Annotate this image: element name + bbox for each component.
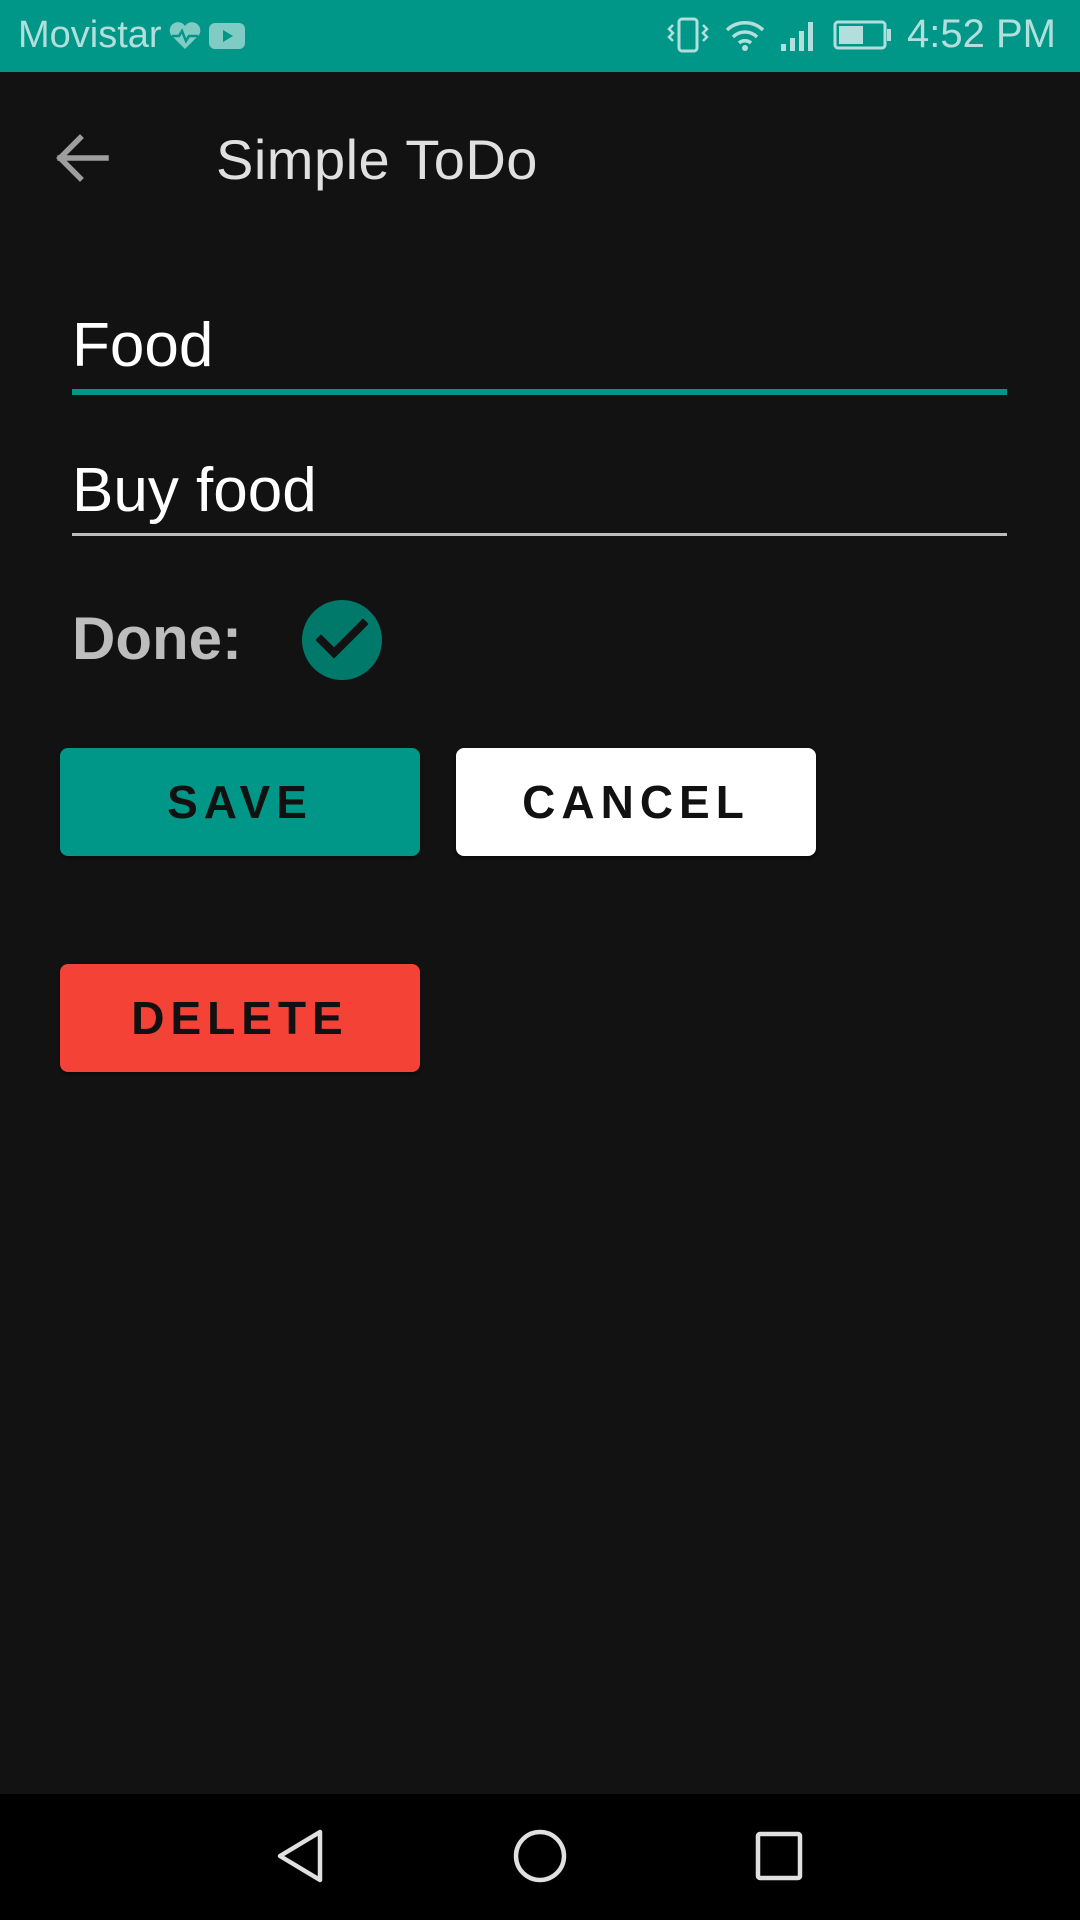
nav-back-icon	[272, 1829, 328, 1890]
nav-recents-icon	[752, 1831, 808, 1890]
nav-back-button[interactable]	[272, 1826, 328, 1891]
clock: 4:52 PM	[907, 12, 1056, 56]
done-label: Done:	[72, 605, 242, 672]
battery-icon	[833, 19, 893, 51]
page-title: Simple ToDo	[216, 128, 538, 191]
status-bar-right: 4:52 PM	[665, 12, 1056, 57]
back-button[interactable]	[52, 128, 112, 188]
vibrate-icon	[665, 17, 711, 53]
delete-button[interactable]: DELETE	[60, 964, 420, 1072]
navigation-bar	[0, 1794, 1080, 1920]
status-bar-left: Movistar	[18, 14, 246, 57]
nav-recents-button[interactable]	[752, 1826, 808, 1891]
carrier-label: Movistar	[18, 14, 162, 56]
title-field[interactable]	[72, 305, 1007, 395]
nav-home-button[interactable]	[510, 1826, 570, 1891]
cancel-button[interactable]: CANCEL	[456, 748, 816, 856]
wifi-icon	[725, 18, 765, 52]
save-button[interactable]: SAVE	[60, 748, 420, 856]
title-field-underline	[72, 389, 1007, 395]
app-bar: Simple ToDo	[0, 72, 1080, 242]
description-field[interactable]	[72, 450, 1007, 540]
youtube-icon	[208, 22, 246, 50]
status-bar: Movistar 4:52 PM	[0, 0, 1080, 72]
title-input[interactable]	[72, 305, 1007, 385]
done-checkbox[interactable]	[302, 600, 382, 680]
arrow-back-icon	[52, 134, 112, 192]
description-input[interactable]	[72, 450, 1007, 530]
description-field-underline	[72, 533, 1007, 536]
signal-icon	[779, 18, 819, 52]
heart-rate-icon	[168, 21, 202, 51]
nav-home-icon	[510, 1829, 570, 1890]
